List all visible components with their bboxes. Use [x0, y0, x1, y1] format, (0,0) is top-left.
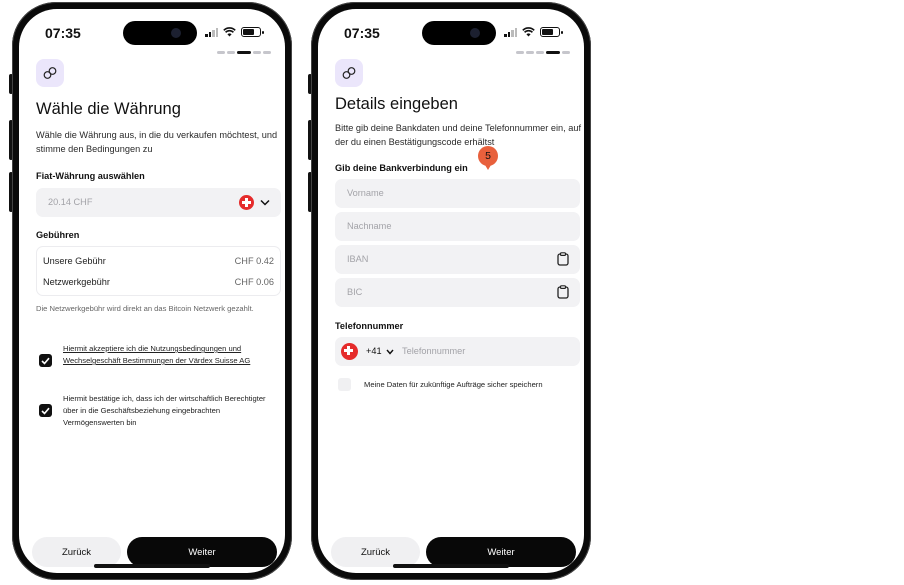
step-progress	[516, 51, 570, 54]
fee-row: Unsere Gebühr CHF 0.42	[43, 256, 274, 266]
fiat-currency-select[interactable]: 20.14 CHF	[36, 188, 281, 217]
fee-name: Unsere Gebühr	[43, 256, 106, 266]
fee-row: Netzwerkgebühr CHF 0.06	[43, 277, 274, 287]
status-bar: 07:35	[19, 21, 285, 45]
page-title: Wähle die Währung	[36, 100, 181, 118]
battery-icon	[241, 27, 264, 37]
phone-number-placeholder[interactable]: Telefonnummer	[402, 346, 465, 356]
fiat-amount-value: 20.14 CHF	[48, 197, 93, 207]
page-title: Details eingeben	[335, 95, 458, 113]
battery-icon	[540, 27, 563, 37]
phone-input-group: +41 Telefonnummer	[335, 337, 580, 366]
home-indicator	[393, 564, 509, 568]
signal-icon	[205, 27, 218, 37]
bic-input[interactable]: BIC	[335, 278, 580, 307]
bic-placeholder: BIC	[347, 287, 363, 297]
dynamic-island	[123, 21, 197, 45]
beneficial-owner-checkbox[interactable]	[39, 404, 52, 417]
terms-checkbox[interactable]	[39, 354, 52, 367]
phone-currency-screen: 07:35 Wähle die Währung Wähle die Währun…	[9, 2, 292, 580]
last-name-placeholder: Nachname	[347, 221, 392, 231]
first-name-placeholder: Vorname	[347, 188, 384, 198]
next-button[interactable]: Weiter	[127, 537, 277, 567]
fee-value: CHF 0.42	[234, 256, 274, 266]
beneficial-owner-text: Hiermit bestätige ich, dass ich der wirt…	[63, 394, 266, 427]
fiat-currency-label: Fiat-Währung auswählen	[36, 171, 145, 181]
last-name-input[interactable]: Nachname	[335, 212, 580, 241]
link-logo-icon	[36, 59, 64, 87]
swiss-flag-icon	[239, 195, 254, 210]
page-description: Wähle die Währung aus, in die du verkauf…	[36, 130, 278, 154]
wifi-icon	[522, 27, 535, 37]
dynamic-island	[422, 21, 496, 45]
status-time: 07:35	[45, 25, 81, 41]
fees-table: Unsere Gebühr CHF 0.42 Netzwerkgebühr CH…	[36, 246, 281, 296]
screen: 07:35 Details eingeben Bitte gib deine B…	[318, 9, 584, 573]
network-fee-note: Die Netzwerkgebühr wird direkt an das Bi…	[36, 304, 254, 313]
wifi-icon	[223, 27, 236, 37]
chevron-down-icon[interactable]	[386, 349, 394, 355]
link-logo-icon	[335, 59, 363, 87]
fee-name: Netzwerkgebühr	[43, 277, 110, 287]
swiss-flag-icon	[341, 343, 358, 360]
signal-icon	[504, 27, 517, 37]
iban-placeholder: IBAN	[347, 254, 369, 264]
iban-input[interactable]: IBAN	[335, 245, 580, 274]
fees-label: Gebühren	[36, 230, 80, 240]
checkmark-icon	[41, 357, 50, 365]
step-progress	[217, 51, 271, 54]
next-button[interactable]: Weiter	[426, 537, 576, 567]
terms-link[interactable]: Hiermit akzeptiere ich die Nutzungsbedin…	[63, 343, 278, 367]
phone-details-screen: 07:35 Details eingeben Bitte gib deine B…	[308, 2, 591, 580]
status-time: 07:35	[344, 25, 380, 41]
save-data-checkbox[interactable]	[338, 378, 351, 391]
chevron-down-icon	[260, 199, 270, 206]
phone-label: Telefonnummer	[335, 321, 404, 331]
checkmark-icon	[41, 407, 50, 415]
status-bar: 07:35	[318, 21, 584, 45]
fee-value: CHF 0.06	[234, 277, 274, 287]
home-indicator	[94, 564, 210, 568]
save-data-label: Meine Daten für zukünftige Aufträge sich…	[364, 380, 543, 389]
back-button[interactable]: Zurück	[331, 537, 420, 567]
back-button[interactable]: Zurück	[32, 537, 121, 567]
first-name-input[interactable]: Vorname	[335, 179, 580, 208]
screen: 07:35 Wähle die Währung Wähle die Währun…	[19, 9, 285, 573]
page-description: Bitte gib deine Bankdaten und deine Tele…	[335, 123, 582, 147]
clipboard-icon[interactable]	[557, 285, 569, 299]
step-number-badge: 5	[478, 146, 498, 170]
country-code-selector[interactable]: +41	[366, 346, 382, 356]
clipboard-icon[interactable]	[557, 252, 569, 266]
bank-details-label: Gib deine Bankverbindung ein	[335, 163, 468, 173]
